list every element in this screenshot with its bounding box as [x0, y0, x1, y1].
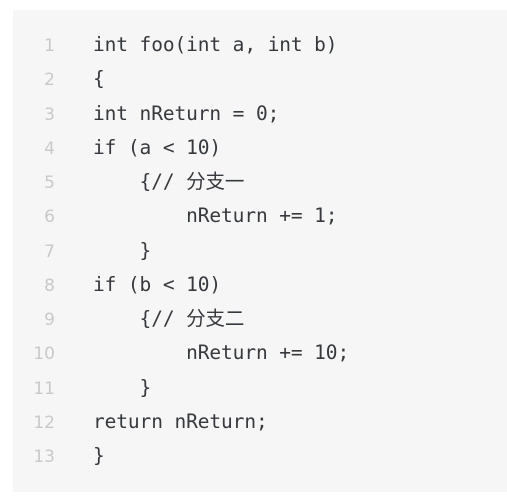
- code-line: 7 }: [13, 234, 507, 268]
- line-number: 9: [44, 310, 55, 330]
- line-number: 1: [44, 36, 55, 56]
- line-code-text: int foo(int a, int b): [93, 33, 338, 56]
- code-line: 3 int nReturn = 0;: [13, 97, 507, 131]
- line-number: 13: [33, 447, 55, 467]
- code-line: 2{: [13, 62, 507, 96]
- code-line: 11 }: [13, 371, 507, 405]
- line-number: 10: [33, 344, 55, 365]
- code-line: 8 if (b < 10): [13, 268, 507, 302]
- line-code-text: int nReturn = 0;: [93, 101, 280, 125]
- line-code-text: nReturn += 1;: [93, 204, 338, 228]
- line-code-text: {// 分支二: [93, 307, 245, 330]
- line-code-text: }: [93, 444, 105, 467]
- line-code-text: return nReturn;: [93, 409, 268, 433]
- line-code-text: {: [93, 67, 105, 91]
- line-code-text: }: [93, 238, 152, 262]
- line-number: 5: [44, 173, 55, 193]
- code-block: 1 int foo(int a, int b) 2{3 int nReturn = 0…: [13, 10, 507, 492]
- code-line: 5 {// 分支一: [13, 165, 507, 199]
- code-line: 13}: [13, 439, 507, 473]
- code-line: 9 {// 分支二: [13, 302, 507, 336]
- line-number: 8: [44, 275, 55, 296]
- line-code-text: {// 分支一: [93, 170, 245, 193]
- line-number: 6: [44, 207, 55, 228]
- line-number: 2: [44, 70, 55, 91]
- line-code-text: if (a < 10): [93, 135, 222, 159]
- line-number: 11: [33, 378, 55, 399]
- code-line-list: 1 int foo(int a, int b) 2{3 int nReturn = 0…: [13, 28, 507, 473]
- code-line: 6 nReturn += 1;: [13, 199, 507, 233]
- line-code-text: nReturn += 10;: [93, 341, 350, 365]
- line-code-text: if (b < 10): [93, 272, 222, 296]
- code-line: 1 int foo(int a, int b): [13, 28, 507, 62]
- line-number: 4: [44, 138, 55, 159]
- line-number: 3: [44, 104, 55, 125]
- code-line: 12 return nReturn;: [13, 405, 507, 439]
- line-number: 12: [33, 412, 55, 433]
- line-number: 7: [44, 241, 55, 262]
- code-line: 4 if (a < 10): [13, 131, 507, 165]
- line-code-text: }: [93, 375, 152, 399]
- code-line: 10 nReturn += 10;: [13, 336, 507, 370]
